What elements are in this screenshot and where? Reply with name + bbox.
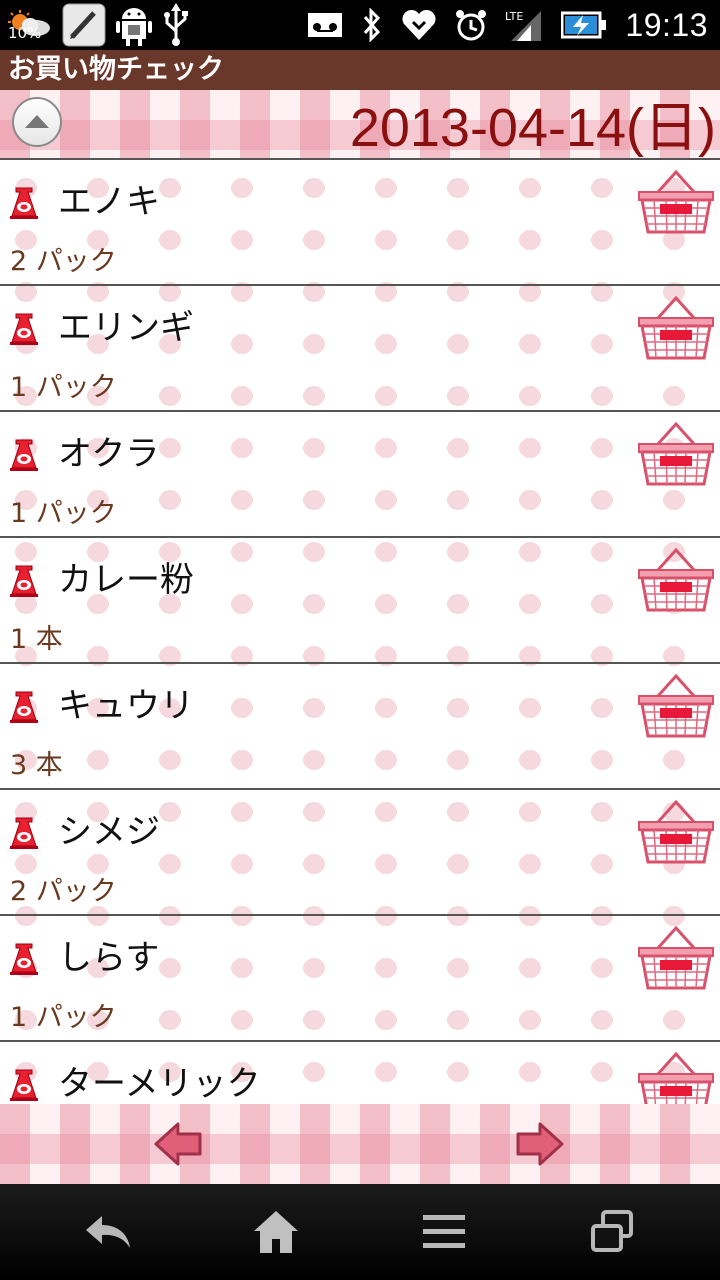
recent-apps-button[interactable]	[582, 1208, 642, 1256]
usb-icon	[162, 3, 190, 47]
list-item[interactable]: カレー粉 1 本	[0, 538, 720, 664]
item-name: シメジ	[58, 812, 160, 852]
menu-icon	[423, 1215, 465, 1248]
list-item[interactable]: ターメリック	[0, 1042, 720, 1104]
date-header: 2013-04-14(日)	[0, 90, 720, 160]
add-to-basket-button[interactable]	[636, 170, 716, 236]
add-to-basket-button[interactable]	[636, 548, 716, 614]
app-title: お買い物チェック	[8, 54, 224, 85]
menu-button[interactable]	[414, 1208, 474, 1256]
item-name: オクラ	[58, 434, 160, 474]
system-nav-bar	[0, 1184, 720, 1280]
add-to-basket-button[interactable]	[636, 926, 716, 992]
list-item[interactable]: エノキ 2 パック	[0, 160, 720, 286]
add-to-basket-button[interactable]	[636, 422, 716, 488]
item-category-icon	[10, 439, 38, 471]
home-icon	[254, 1211, 298, 1253]
item-category-icon	[10, 817, 38, 849]
item-name: エノキ	[58, 182, 160, 222]
home-button[interactable]	[246, 1208, 306, 1256]
back-button[interactable]	[78, 1208, 138, 1256]
up-arrow-icon	[25, 115, 49, 128]
battery-percent: 10%	[8, 24, 42, 42]
current-date[interactable]: 2013-04-14(日)	[350, 98, 716, 158]
item-category-icon	[10, 187, 38, 219]
next-day-button[interactable]	[514, 1122, 564, 1166]
item-name: カレー粉	[58, 560, 194, 600]
add-to-basket-button[interactable]	[636, 800, 716, 866]
item-name: エリンギ	[58, 308, 194, 348]
item-name: ターメリック	[58, 1064, 261, 1104]
item-category-icon	[10, 565, 38, 597]
item-category-icon	[10, 1069, 38, 1101]
list-item[interactable]: シメジ 2 パック	[0, 790, 720, 916]
alarm-icon	[455, 8, 487, 42]
voicemail-icon	[307, 11, 343, 39]
android-icon	[114, 3, 154, 47]
weather-icon: 10%	[6, 2, 54, 48]
add-to-basket-button[interactable]	[636, 296, 716, 362]
status-bar-left: 10%	[6, 2, 190, 48]
list-item[interactable]: エリンギ 1 パック	[0, 286, 720, 412]
item-name: しらす	[58, 938, 160, 978]
recent-apps-icon	[591, 1210, 633, 1252]
heart-icon	[401, 8, 437, 42]
pen-icon	[62, 3, 106, 47]
item-category-icon	[10, 943, 38, 975]
app-title-bar: お買い物チェック	[0, 50, 720, 90]
item-category-icon	[10, 313, 38, 345]
add-to-basket-button[interactable]	[636, 674, 716, 740]
item-quantity: 2 パック	[10, 246, 117, 277]
bluetooth-icon	[361, 8, 383, 42]
back-icon	[86, 1216, 130, 1248]
signal-icon: LTE	[505, 7, 543, 43]
shopping-list[interactable]: エノキ 2 パック エリンギ 1 パック オクラ 1 パック カレー粉 1 本 …	[0, 160, 720, 1104]
item-quantity: 1 パック	[10, 1002, 117, 1033]
item-name: キュウリ	[58, 686, 194, 726]
item-quantity: 1 本	[10, 624, 63, 655]
item-quantity: 3 本	[10, 750, 63, 781]
list-item[interactable]: キュウリ 3 本	[0, 664, 720, 790]
network-type-label: LTE	[505, 10, 523, 23]
status-bar: 10% LTE 19:13	[0, 0, 720, 50]
item-quantity: 2 パック	[10, 876, 117, 907]
item-category-icon	[10, 691, 38, 723]
status-bar-right: LTE 19:13	[307, 0, 708, 50]
previous-day-button[interactable]	[154, 1122, 204, 1166]
scroll-up-button[interactable]	[12, 97, 62, 147]
battery-icon	[561, 11, 607, 39]
item-quantity: 1 パック	[10, 498, 117, 529]
list-item[interactable]: しらす 1 パック	[0, 916, 720, 1042]
status-time: 19:13	[625, 6, 708, 43]
item-quantity: 1 パック	[10, 372, 117, 403]
list-item[interactable]: オクラ 1 パック	[0, 412, 720, 538]
pager-bar	[0, 1104, 720, 1184]
add-to-basket-button[interactable]	[636, 1052, 716, 1104]
